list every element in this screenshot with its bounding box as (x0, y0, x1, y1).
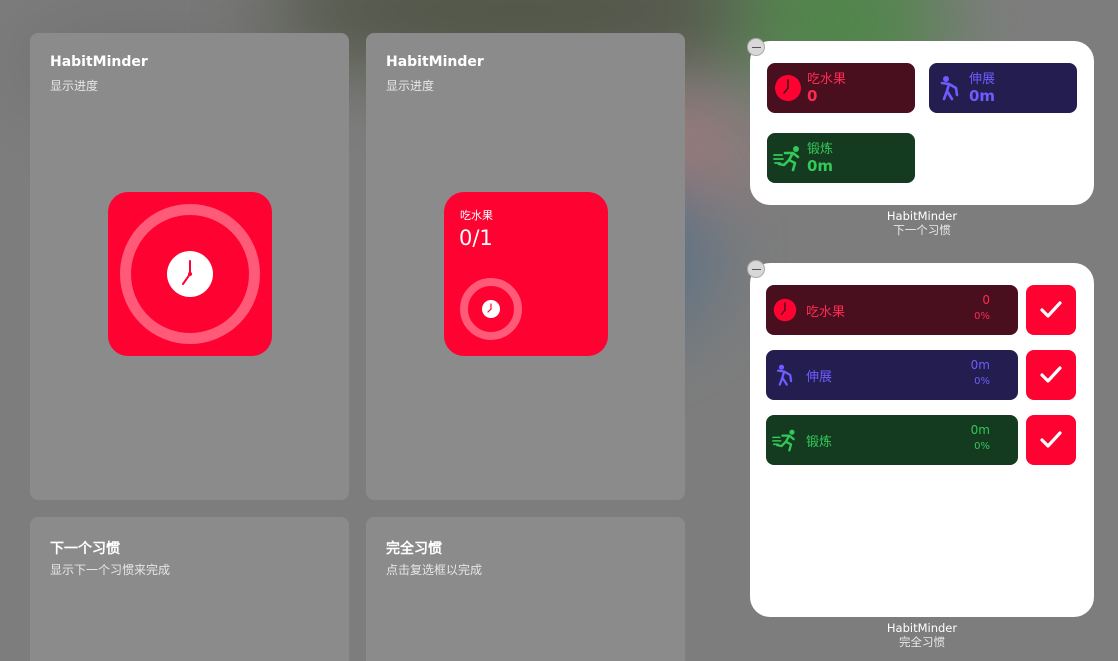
panel-subtitle: 显示进度 (50, 79, 99, 93)
widget-preview-complete-habit[interactable]: 完全习惯 点击复选框以完成 (366, 517, 685, 661)
remove-widget-button[interactable] (747, 260, 765, 278)
habit-row-stretch[interactable]: 伸展 0m 0% (766, 350, 1018, 400)
widget-preview-progress-habit[interactable]: HabitMinder 显示进度 吃水果 0/1 (366, 33, 685, 500)
tile-name: 伸展 (969, 72, 996, 87)
next-habit-widget[interactable]: 吃水果 0 伸展 0m 锻炼 0m (750, 41, 1094, 205)
complete-checkbox-stretch[interactable] (1026, 350, 1076, 400)
panel-subtitle: 点击复选框以完成 (386, 563, 483, 577)
clock-icon (482, 300, 500, 318)
widget-caption-kind: 完全习惯 (899, 635, 945, 649)
habit-row-exercise[interactable]: 锻炼 0m 0% (766, 415, 1018, 465)
tile-exercise[interactable]: 锻炼 0m (767, 133, 915, 183)
widget-caption-app: HabitMinder (886, 209, 958, 223)
widget-preview-next-habit[interactable]: 下一个习惯 显示下一个习惯来完成 (30, 517, 349, 661)
habit-value: 0m (970, 423, 990, 437)
stretch-icon (940, 76, 959, 101)
widget-caption-app: HabitMinder (886, 621, 958, 635)
habit-value: 0m (970, 358, 990, 372)
stretch-icon (776, 364, 793, 386)
habit-name: 吃水果 (460, 209, 493, 222)
running-icon (773, 146, 800, 172)
remove-widget-button[interactable] (747, 38, 765, 56)
habit-progress-widget-preview: 吃水果 0/1 (444, 192, 608, 356)
habit-percent: 0% (974, 441, 990, 452)
widget-caption-kind: 下一个习惯 (893, 223, 951, 237)
habit-row-eat-fruit[interactable]: 吃水果 0 0% (766, 285, 1018, 335)
tile-eat-fruit[interactable]: 吃水果 0 (767, 63, 915, 113)
habit-name: 伸展 (806, 370, 833, 385)
checkmark-icon (1040, 366, 1062, 383)
widget-caption: HabitMinder 完全习惯 (822, 621, 1022, 649)
tile-stretch[interactable]: 伸展 0m (929, 63, 1077, 113)
clock-icon (775, 75, 801, 101)
widget-preview-progress-small[interactable]: HabitMinder 显示进度 (30, 33, 349, 500)
complete-habits-widget[interactable]: 吃水果 0 0% 伸展 0m 0% 锻炼 0m 0% (750, 263, 1094, 617)
panel-subtitle: 显示进度 (386, 79, 435, 93)
habit-name: 锻炼 (806, 435, 833, 450)
checkmark-icon (1040, 431, 1062, 448)
habit-percent: 0% (974, 311, 990, 322)
complete-checkbox-exercise[interactable] (1026, 415, 1076, 465)
habit-percent: 0% (974, 376, 990, 387)
tile-value: 0m (807, 157, 834, 175)
panel-title: HabitMinder (50, 54, 148, 70)
complete-checkbox-eat-fruit[interactable] (1026, 285, 1076, 335)
panel-title: 完全习惯 (386, 541, 442, 557)
progress-widget-preview (108, 192, 272, 356)
checkmark-icon (1040, 301, 1062, 318)
tile-name: 吃水果 (807, 72, 847, 87)
habit-progress-count: 0/1 (459, 226, 493, 250)
widget-caption: HabitMinder 下一个习惯 (822, 209, 1022, 237)
clock-icon (167, 251, 213, 297)
habit-name: 吃水果 (806, 305, 846, 320)
panel-title: HabitMinder (386, 54, 484, 70)
clock-icon (773, 298, 797, 322)
running-icon (772, 429, 795, 452)
panel-title: 下一个习惯 (50, 541, 120, 557)
habit-value: 0 (982, 293, 990, 307)
tile-value: 0 (807, 87, 818, 105)
tile-value: 0m (969, 87, 996, 105)
panel-subtitle: 显示下一个习惯来完成 (50, 563, 171, 577)
tile-name: 锻炼 (807, 142, 834, 157)
